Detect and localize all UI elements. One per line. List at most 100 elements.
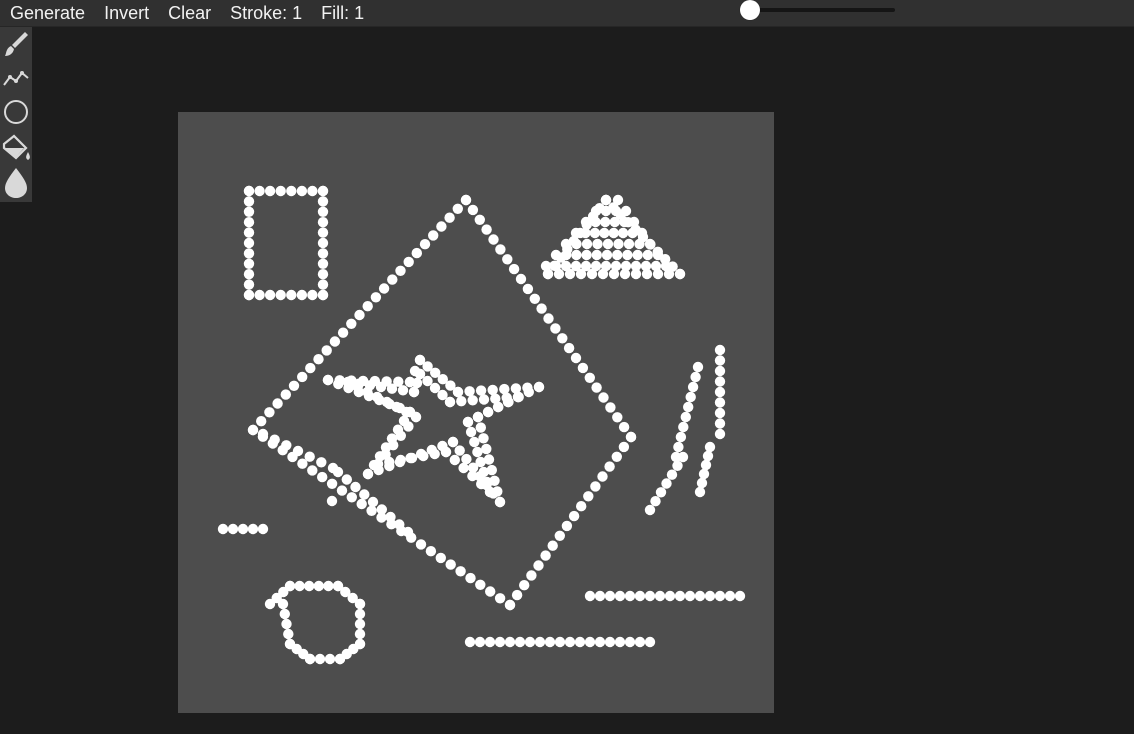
art-dot [429, 448, 440, 460]
menu-bar: Generate Invert Clear Stroke: 1 Fill: 1 [0, 0, 1134, 27]
art-dot [600, 216, 611, 228]
art-dot [494, 496, 506, 508]
art-dot [317, 217, 329, 228]
art-dot [275, 289, 286, 301]
art-dot [674, 268, 686, 280]
art-dot [487, 384, 498, 396]
art-dot [581, 238, 593, 250]
art-dot [624, 590, 636, 602]
art-dot [714, 355, 726, 366]
art-dot [366, 505, 377, 516]
art-dot [380, 449, 391, 460]
fill-menu-item[interactable]: Fill: 1 [321, 0, 364, 27]
art-dot [243, 237, 255, 249]
art-dot [445, 559, 456, 570]
art-dot [624, 636, 636, 648]
art-dot [247, 424, 259, 436]
art-dot [354, 309, 365, 321]
art-dot [475, 579, 486, 590]
art-dot [356, 498, 367, 510]
art-dot [591, 382, 602, 393]
art-dot [324, 653, 336, 665]
art-dot [654, 590, 666, 602]
art-dot [354, 628, 366, 640]
art-dot [469, 436, 480, 448]
art-dot [677, 451, 689, 463]
circle-tool[interactable] [0, 95, 32, 129]
drawing-canvas[interactable] [178, 112, 774, 713]
art-dot [637, 231, 649, 243]
art-dot [391, 401, 402, 413]
brush-tool[interactable] [0, 27, 32, 61]
art-dot [618, 421, 630, 433]
art-dot [504, 599, 516, 611]
art-dot [256, 416, 267, 427]
art-dot [440, 446, 452, 458]
art-dot [630, 268, 642, 280]
art-dot [281, 618, 292, 630]
droplet-tool[interactable] [0, 165, 32, 199]
fill-tool[interactable] [0, 131, 32, 165]
art-dot [674, 590, 686, 602]
art-dot [264, 185, 276, 197]
art-dot [660, 254, 671, 265]
art-dot [281, 440, 292, 451]
art-dot [476, 478, 487, 490]
art-dot [704, 441, 716, 453]
art-dot [304, 580, 315, 592]
slider-thumb[interactable] [740, 0, 760, 20]
art-dot [454, 445, 465, 456]
size-slider[interactable] [740, 0, 900, 27]
art-dot [714, 376, 726, 387]
art-dot [394, 519, 405, 530]
art-dot [296, 185, 308, 197]
art-dot [436, 221, 447, 232]
art-dot [652, 246, 663, 257]
art-dot [529, 293, 540, 304]
polyline-tool[interactable] [0, 61, 32, 95]
art-dot [243, 258, 255, 269]
art-dot [462, 416, 474, 428]
art-dot [326, 495, 338, 507]
art-dot [684, 590, 696, 602]
art-dot [612, 412, 623, 423]
art-dot [613, 238, 624, 250]
art-dot [581, 249, 592, 261]
art-dot [305, 362, 316, 374]
art-dot [317, 237, 329, 249]
art-dot [536, 303, 547, 314]
art-dot [594, 203, 605, 214]
slider-track[interactable] [750, 8, 895, 12]
clear-menu-item[interactable]: Clear [168, 0, 211, 27]
art-dot [478, 466, 489, 478]
art-dot [608, 227, 619, 239]
art-dot [597, 471, 608, 482]
art-dot [581, 219, 592, 230]
art-dot [317, 279, 329, 290]
art-dot [499, 383, 510, 395]
tool-palette [0, 27, 32, 202]
art-dot [346, 492, 357, 503]
generate-menu-item[interactable]: Generate [10, 0, 85, 27]
art-dot [414, 368, 426, 380]
art-dot [277, 598, 289, 610]
art-dot [547, 540, 558, 551]
invert-menu-item[interactable]: Invert [104, 0, 149, 27]
art-dot [243, 217, 255, 228]
art-dot [292, 445, 304, 457]
paint-bucket-icon [0, 132, 32, 164]
art-dot [385, 511, 396, 523]
art-dot [632, 249, 643, 261]
art-dot [313, 580, 324, 592]
circle-icon [2, 97, 30, 127]
art-dot [307, 465, 318, 476]
art-dot [625, 431, 637, 443]
art-dot [587, 211, 599, 222]
art-dot [314, 653, 326, 665]
art-dot [322, 374, 334, 386]
art-dot [666, 469, 678, 480]
art-dot [461, 453, 472, 465]
stroke-menu-item[interactable]: Stroke: 1 [230, 0, 302, 27]
art-dot [254, 185, 265, 197]
art-dot [317, 258, 329, 269]
